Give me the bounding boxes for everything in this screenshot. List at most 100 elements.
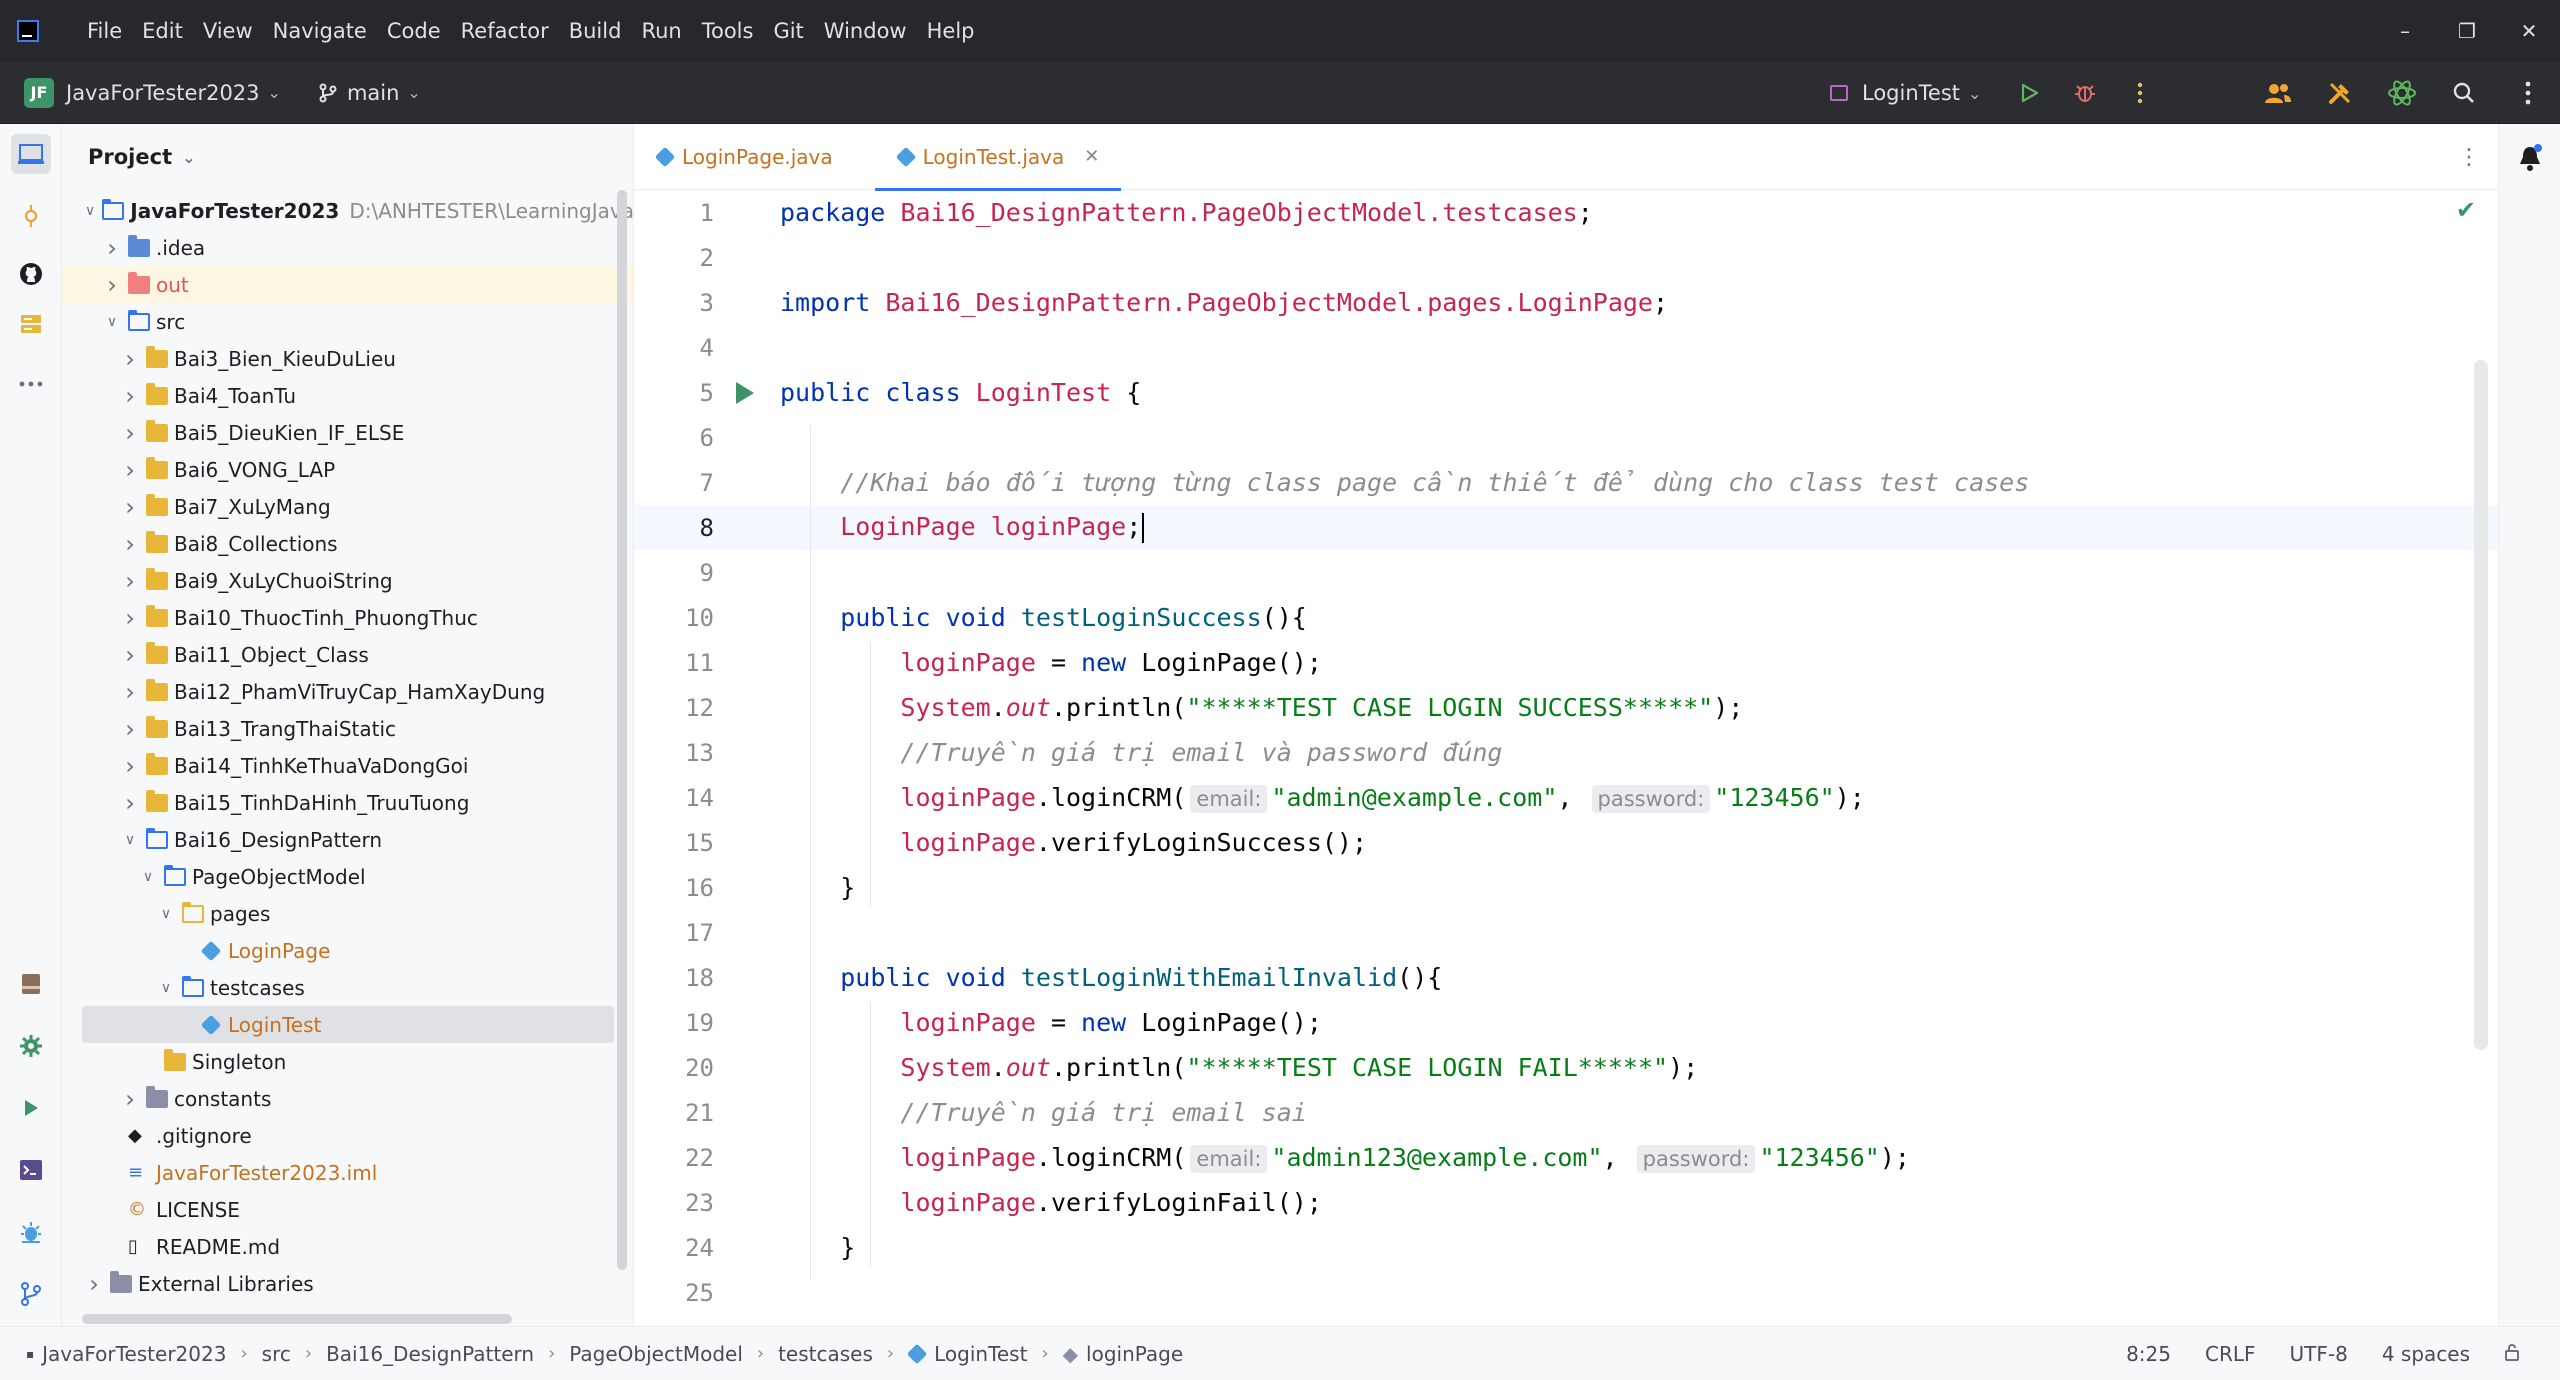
more-actions-icon[interactable] bbox=[2120, 62, 2160, 124]
line-number[interactable]: 1 bbox=[634, 199, 714, 227]
gutter[interactable] bbox=[714, 640, 780, 685]
tree-item[interactable]: › Bai3_Bien_KieuDuLieu bbox=[62, 340, 633, 377]
tree-item[interactable]: › Bai12_PhamViTruyCap_HamXayDung bbox=[62, 673, 633, 710]
breadcrumb-item[interactable]: ◆ loginPage bbox=[1063, 1342, 1184, 1366]
code-line[interactable]: 16 } bbox=[634, 865, 2498, 910]
editor-scrollbar[interactable] bbox=[2474, 360, 2488, 1050]
gutter[interactable] bbox=[714, 955, 780, 1000]
menu-code[interactable]: Code bbox=[377, 0, 451, 62]
tree-item[interactable]: ◆ .gitignore bbox=[62, 1117, 633, 1154]
breadcrumb-item[interactable]: testcases bbox=[778, 1342, 873, 1366]
gutter[interactable] bbox=[714, 1045, 780, 1090]
line-number[interactable]: 2 bbox=[634, 244, 714, 272]
code-line[interactable]: 14 loginPage.loginCRM(email: "admin@examp… bbox=[634, 775, 2498, 820]
gutter[interactable] bbox=[714, 415, 780, 460]
tree-item[interactable]: › Bai10_ThuocTinh_PhuongThuc bbox=[62, 599, 633, 636]
code-line[interactable]: 9 bbox=[634, 550, 2498, 595]
tree-item[interactable]: › Bai11_Object_Class bbox=[62, 636, 633, 673]
code-line[interactable]: 10 public void testLoginSuccess(){ bbox=[634, 595, 2498, 640]
chevron-down-icon[interactable]: ∨ bbox=[102, 314, 122, 330]
code-line[interactable]: 21 //Truyền giá trị email sai bbox=[634, 1090, 2498, 1135]
chevron-right-icon[interactable]: › bbox=[102, 271, 122, 299]
chevron-right-icon[interactable]: › bbox=[120, 530, 140, 558]
menu-navigate[interactable]: Navigate bbox=[263, 0, 377, 62]
chevron-right-icon[interactable]: › bbox=[120, 493, 140, 521]
line-number[interactable]: 14 bbox=[634, 784, 714, 812]
debug-icon[interactable] bbox=[2065, 62, 2105, 124]
project-tool-icon[interactable] bbox=[11, 134, 51, 174]
code-line[interactable]: 11 loginPage = new LoginPage(); bbox=[634, 640, 2498, 685]
gutter[interactable] bbox=[714, 685, 780, 730]
restore-icon[interactable]: ❐ bbox=[2436, 0, 2498, 62]
code-line[interactable]: 3 import Bai16_DesignPattern.PageObjectMo… bbox=[634, 280, 2498, 325]
line-number[interactable]: 20 bbox=[634, 1054, 714, 1082]
tree-item[interactable]: › Bai15_TinhDaHinh_TruuTuong bbox=[62, 784, 633, 821]
chevron-right-icon[interactable]: › bbox=[102, 234, 122, 262]
menu-refactor[interactable]: Refactor bbox=[451, 0, 559, 62]
database-tool-icon[interactable] bbox=[11, 964, 51, 1004]
gutter[interactable] bbox=[714, 1270, 780, 1315]
gutter[interactable] bbox=[714, 595, 780, 640]
line-number[interactable]: 23 bbox=[634, 1189, 714, 1217]
line-number[interactable]: 18 bbox=[634, 964, 714, 992]
more-tools-icon[interactable] bbox=[11, 364, 51, 404]
chevron-right-icon[interactable]: › bbox=[120, 567, 140, 595]
line-number[interactable]: 10 bbox=[634, 604, 714, 632]
tree-item[interactable]: ∨ PageObjectModel bbox=[62, 858, 633, 895]
gutter[interactable] bbox=[714, 325, 780, 370]
tree-item[interactable]: › Bai13_TrangThaiStatic bbox=[62, 710, 633, 747]
line-number[interactable]: 25 bbox=[634, 1279, 714, 1307]
menu-build[interactable]: Build bbox=[559, 0, 632, 62]
services-tool-icon[interactable] bbox=[11, 1026, 51, 1066]
tree-item[interactable]: › out bbox=[62, 266, 633, 303]
code-line[interactable]: 4 bbox=[634, 325, 2498, 370]
tree-item[interactable]: › Bai6_VONG_LAP bbox=[62, 451, 633, 488]
line-number[interactable]: 11 bbox=[634, 649, 714, 677]
git-tool-icon[interactable] bbox=[11, 1274, 51, 1314]
code-line[interactable]: 12 System.out.println("*****TEST CASE LO… bbox=[634, 685, 2498, 730]
line-number[interactable]: 6 bbox=[634, 424, 714, 452]
tree-item[interactable]: ∨ pages bbox=[62, 895, 633, 932]
tree-item[interactable]: © LICENSE bbox=[62, 1191, 633, 1228]
code-line[interactable]: 19 loginPage = new LoginPage(); bbox=[634, 1000, 2498, 1045]
line-number[interactable]: 16 bbox=[634, 874, 714, 902]
commit-tool-icon[interactable] bbox=[11, 196, 51, 236]
settings-menu-icon[interactable] bbox=[2508, 62, 2548, 124]
gutter[interactable] bbox=[714, 505, 780, 550]
tree-item[interactable]: › Bai9_XuLyChuoiString bbox=[62, 562, 633, 599]
tree-item[interactable]: › External Libraries bbox=[62, 1265, 633, 1302]
problems-tool-icon[interactable] bbox=[11, 1212, 51, 1252]
chevron-right-icon[interactable]: › bbox=[84, 1270, 104, 1298]
line-number[interactable]: 8 bbox=[634, 514, 714, 542]
chevron-right-icon[interactable]: › bbox=[120, 678, 140, 706]
line-number[interactable]: 21 bbox=[634, 1099, 714, 1127]
code-line[interactable]: 23 loginPage.verifyLoginFail(); bbox=[634, 1180, 2498, 1225]
gutter[interactable] bbox=[714, 775, 780, 820]
tree-vertical-scrollbar[interactable] bbox=[617, 190, 627, 1270]
code-line[interactable]: 6 bbox=[634, 415, 2498, 460]
code-line[interactable]: 2 bbox=[634, 235, 2498, 280]
gutter[interactable] bbox=[714, 1090, 780, 1135]
gutter[interactable] bbox=[714, 1000, 780, 1045]
run-tool-icon[interactable] bbox=[11, 1088, 51, 1128]
code-line[interactable]: 18 public void testLoginWithEmailInvalid… bbox=[634, 955, 2498, 1000]
github-icon[interactable] bbox=[11, 254, 51, 294]
breadcrumb-item[interactable]: LoginTest bbox=[906, 1342, 1027, 1366]
run-test-gutter-icon[interactable] bbox=[736, 382, 754, 404]
project-structure-icon[interactable] bbox=[2320, 62, 2360, 124]
project-badge[interactable]: JF bbox=[24, 77, 54, 108]
code-line[interactable]: 5 public class LoginTest { bbox=[634, 370, 2498, 415]
terminal-tool-icon[interactable] bbox=[11, 1150, 51, 1190]
code-with-me-icon[interactable] bbox=[2258, 62, 2298, 124]
menu-tools[interactable]: Tools bbox=[692, 0, 764, 62]
chevron-right-icon[interactable]: › bbox=[120, 789, 140, 817]
line-separator[interactable]: CRLF bbox=[2205, 1342, 2256, 1366]
lock-icon[interactable] bbox=[2504, 1342, 2520, 1366]
gutter[interactable] bbox=[714, 1135, 780, 1180]
run-configuration-selector[interactable]: LoginTest ⌄ bbox=[1830, 62, 1981, 124]
gutter[interactable] bbox=[714, 460, 780, 505]
tree-item[interactable]: ∨ Bai16_DesignPattern bbox=[62, 821, 633, 858]
tree-item[interactable]: LoginPage bbox=[62, 932, 633, 969]
chevron-down-icon[interactable]: ⌄ bbox=[268, 83, 281, 102]
chevron-down-icon[interactable]: ∨ bbox=[156, 906, 176, 922]
